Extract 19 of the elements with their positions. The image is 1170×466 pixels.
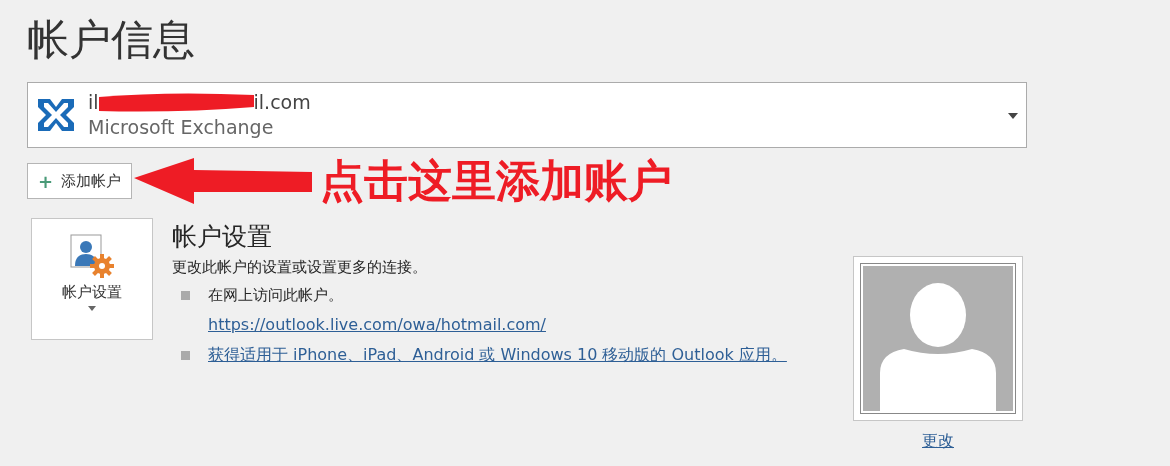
bullet-icon xyxy=(181,291,190,300)
bullet-icon xyxy=(181,351,190,360)
page-title: 帐户信息 xyxy=(27,14,196,66)
account-selector[interactable]: il il.com Microsoft Exchange xyxy=(27,82,1027,148)
web-link[interactable]: https://outlook.live.com/owa/hotmail.com/ xyxy=(208,314,546,336)
add-account-button[interactable]: + 添加帐户 xyxy=(27,163,133,199)
account-type: Microsoft Exchange xyxy=(88,115,275,139)
person-gear-icon xyxy=(69,233,115,279)
dropdown-caret-icon xyxy=(1008,113,1018,119)
section-description: 更改此帐户的设置或设置更多的连接。 xyxy=(172,257,428,278)
dropdown-caret-icon xyxy=(88,306,96,311)
account-settings-button[interactable]: 帐户设置 xyxy=(31,218,153,340)
section-heading: 帐户设置 xyxy=(172,221,273,253)
annotation-text: 点击这里添加账户 xyxy=(320,156,673,206)
account-email: il.com xyxy=(253,91,311,113)
bullet-text: 在网上访问此帐户。 xyxy=(208,285,344,306)
change-photo-link[interactable]: 更改 xyxy=(922,431,954,452)
account-email: il xyxy=(88,91,99,113)
app-link[interactable]: 获得适用于 iPhone、iPad、Android 或 Windows 10 移动版的 Outlook 应用。 xyxy=(208,344,787,366)
